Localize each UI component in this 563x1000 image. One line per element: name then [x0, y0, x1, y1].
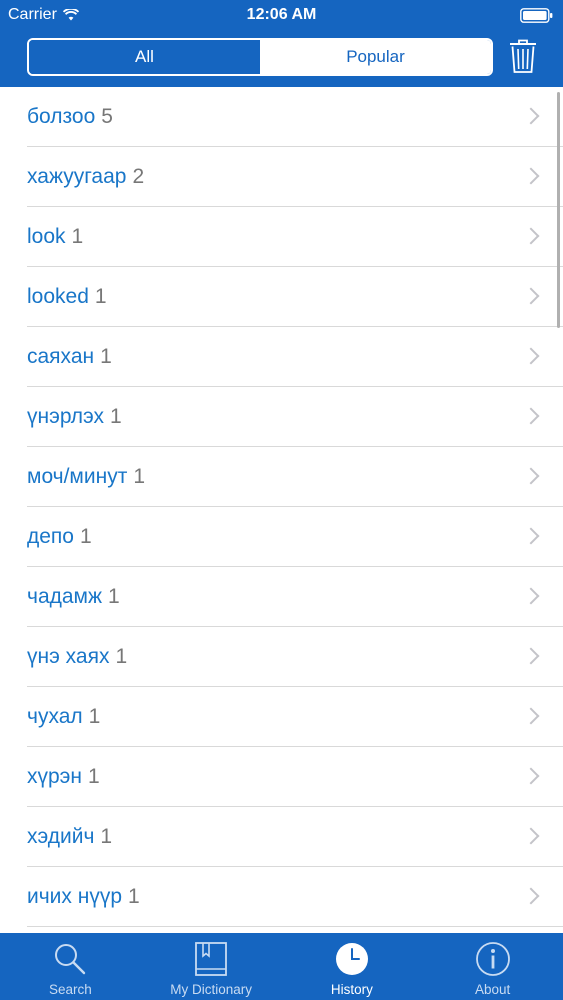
history-word: болзоо	[27, 104, 96, 128]
tab-search-label: Search	[48, 982, 92, 997]
tab-about[interactable]: About	[422, 933, 563, 1000]
history-row[interactable]: хүрэн 1	[27, 747, 563, 807]
history-word: хэдийч	[27, 824, 95, 848]
history-row[interactable]: look 1	[27, 207, 563, 267]
history-word: looked	[27, 284, 89, 308]
chevron-right-icon	[522, 287, 540, 304]
history-count: 1	[133, 464, 146, 488]
history-word: саяхан	[27, 344, 95, 368]
chevron-right-icon	[522, 227, 540, 244]
history-count: 1	[88, 764, 100, 788]
info-icon	[475, 941, 511, 977]
history-list: болзоо 5 хажуугаар 2 look 1 looked 1 сая…	[0, 87, 563, 933]
history-row[interactable]: саяхан 1	[27, 327, 563, 387]
chevron-right-icon	[522, 467, 540, 484]
history-word: ичих нүүр	[27, 884, 123, 908]
history-count: 1	[100, 824, 113, 848]
history-word: чадамж	[27, 584, 103, 608]
tab-my-dictionary[interactable]: My Dictionary	[141, 933, 282, 1000]
history-count: 1	[108, 584, 120, 608]
history-row[interactable]: хэдийч 1	[27, 807, 563, 867]
tab-about-label: About	[474, 982, 511, 997]
chevron-right-icon	[522, 647, 540, 664]
chevron-right-icon	[522, 767, 540, 784]
history-count: 5	[101, 104, 113, 128]
chevron-right-icon	[522, 407, 540, 424]
chevron-right-icon	[522, 347, 540, 364]
clear-history-button[interactable]	[508, 38, 538, 74]
chevron-right-icon	[522, 887, 540, 904]
history-word: чухал	[27, 704, 83, 728]
history-word: look	[27, 224, 66, 248]
clock-icon	[334, 941, 370, 977]
history-word: хажуугаар	[27, 164, 127, 188]
history-row[interactable]: үнэ хаях 1	[27, 627, 563, 687]
chevron-right-icon	[522, 827, 540, 844]
tab-history[interactable]: History	[282, 933, 423, 1000]
history-word: хүрэн	[27, 764, 82, 788]
navigation-header: Carrier 12:06 AM All Popular	[0, 0, 563, 87]
history-row[interactable]: чухал 1	[27, 687, 563, 747]
chevron-right-icon	[522, 707, 540, 724]
history-count: 1	[100, 344, 112, 368]
history-count: 2	[132, 164, 145, 188]
history-row[interactable]: үнэрлэх 1	[27, 387, 563, 447]
history-row[interactable]: болзоо 5	[27, 87, 563, 147]
history-count: 1	[128, 884, 140, 908]
tab-history-label: History	[330, 982, 373, 997]
tab-search[interactable]: Search	[0, 933, 141, 1000]
history-count: 1	[115, 644, 128, 668]
history-row[interactable]: looked 1	[27, 267, 563, 327]
search-icon	[52, 941, 88, 977]
history-count: 1	[88, 704, 101, 728]
status-bar: Carrier 12:06 AM	[0, 0, 563, 30]
history-row[interactable]: хажуугаар 2	[27, 147, 563, 207]
history-row[interactable]: ичих нүүр 1	[27, 867, 563, 927]
tab-bar: Search My Dictionary History About	[0, 933, 563, 1000]
scroll-indicator[interactable]	[557, 92, 560, 328]
history-count: 1	[79, 524, 92, 548]
tab-my-dictionary-label: My Dictionary	[170, 982, 252, 997]
history-count: 1	[110, 404, 122, 428]
history-row[interactable]: моч/минут 1	[27, 447, 563, 507]
filter-segmented-control: All Popular	[27, 38, 493, 76]
history-row[interactable]: депо 1	[27, 507, 563, 567]
history-word: үнэ хаях	[27, 644, 110, 668]
segment-all[interactable]: All	[29, 40, 260, 74]
history-row[interactable]: чадамж 1	[27, 567, 563, 627]
history-count: 1	[71, 224, 84, 248]
chevron-right-icon	[522, 107, 540, 124]
status-time: 12:06 AM	[246, 6, 317, 23]
history-word: моч/минут	[27, 464, 128, 488]
trash-icon	[508, 39, 538, 78]
history-count: 1	[94, 284, 107, 308]
history-word: үнэрлэх	[27, 404, 105, 428]
chevron-right-icon	[522, 527, 540, 544]
chevron-right-icon	[522, 167, 540, 184]
battery-icon	[520, 8, 553, 23]
chevron-right-icon	[522, 587, 540, 604]
book-icon	[193, 941, 229, 977]
segment-popular[interactable]: Popular	[260, 40, 491, 74]
history-word: депо	[27, 524, 74, 548]
